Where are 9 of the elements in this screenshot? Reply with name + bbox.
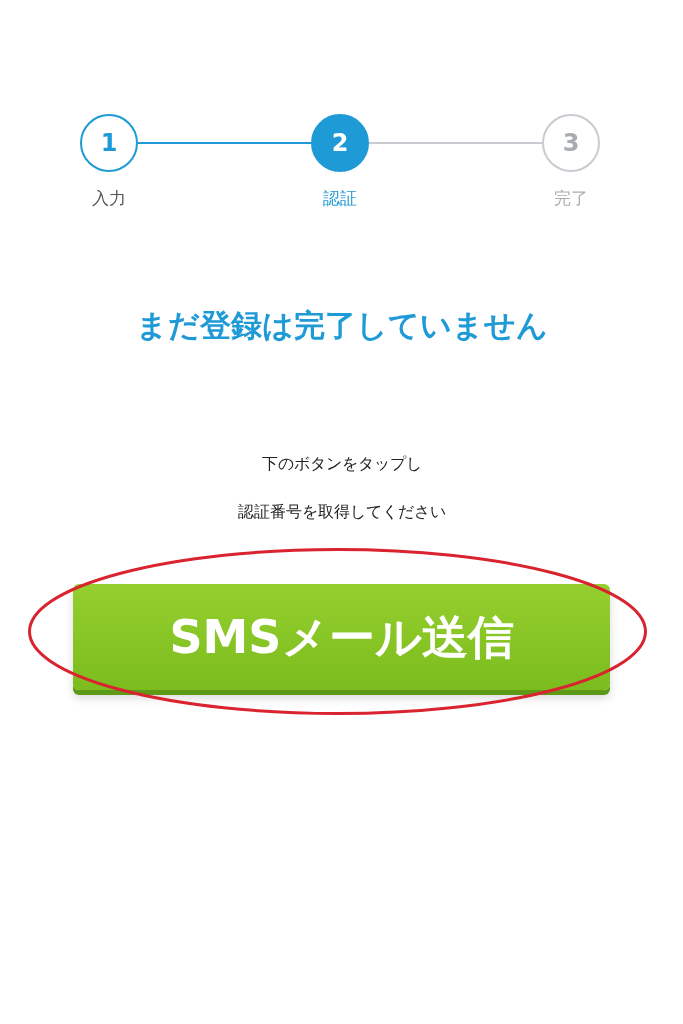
instruction-text: 下のボタンをタップし — [261, 453, 422, 475]
instruction-text: 認証番号を取得してください — [237, 501, 446, 523]
step-label: 入力 — [92, 187, 126, 210]
step-circle: 3 — [542, 114, 600, 172]
step-circle: 2 — [311, 114, 369, 172]
step-label: 認証 — [323, 187, 357, 210]
step-label: 完了 — [554, 187, 588, 210]
page-heading: まだ登録は完了していません — [134, 305, 549, 345]
step-circle: 1 — [80, 114, 138, 172]
